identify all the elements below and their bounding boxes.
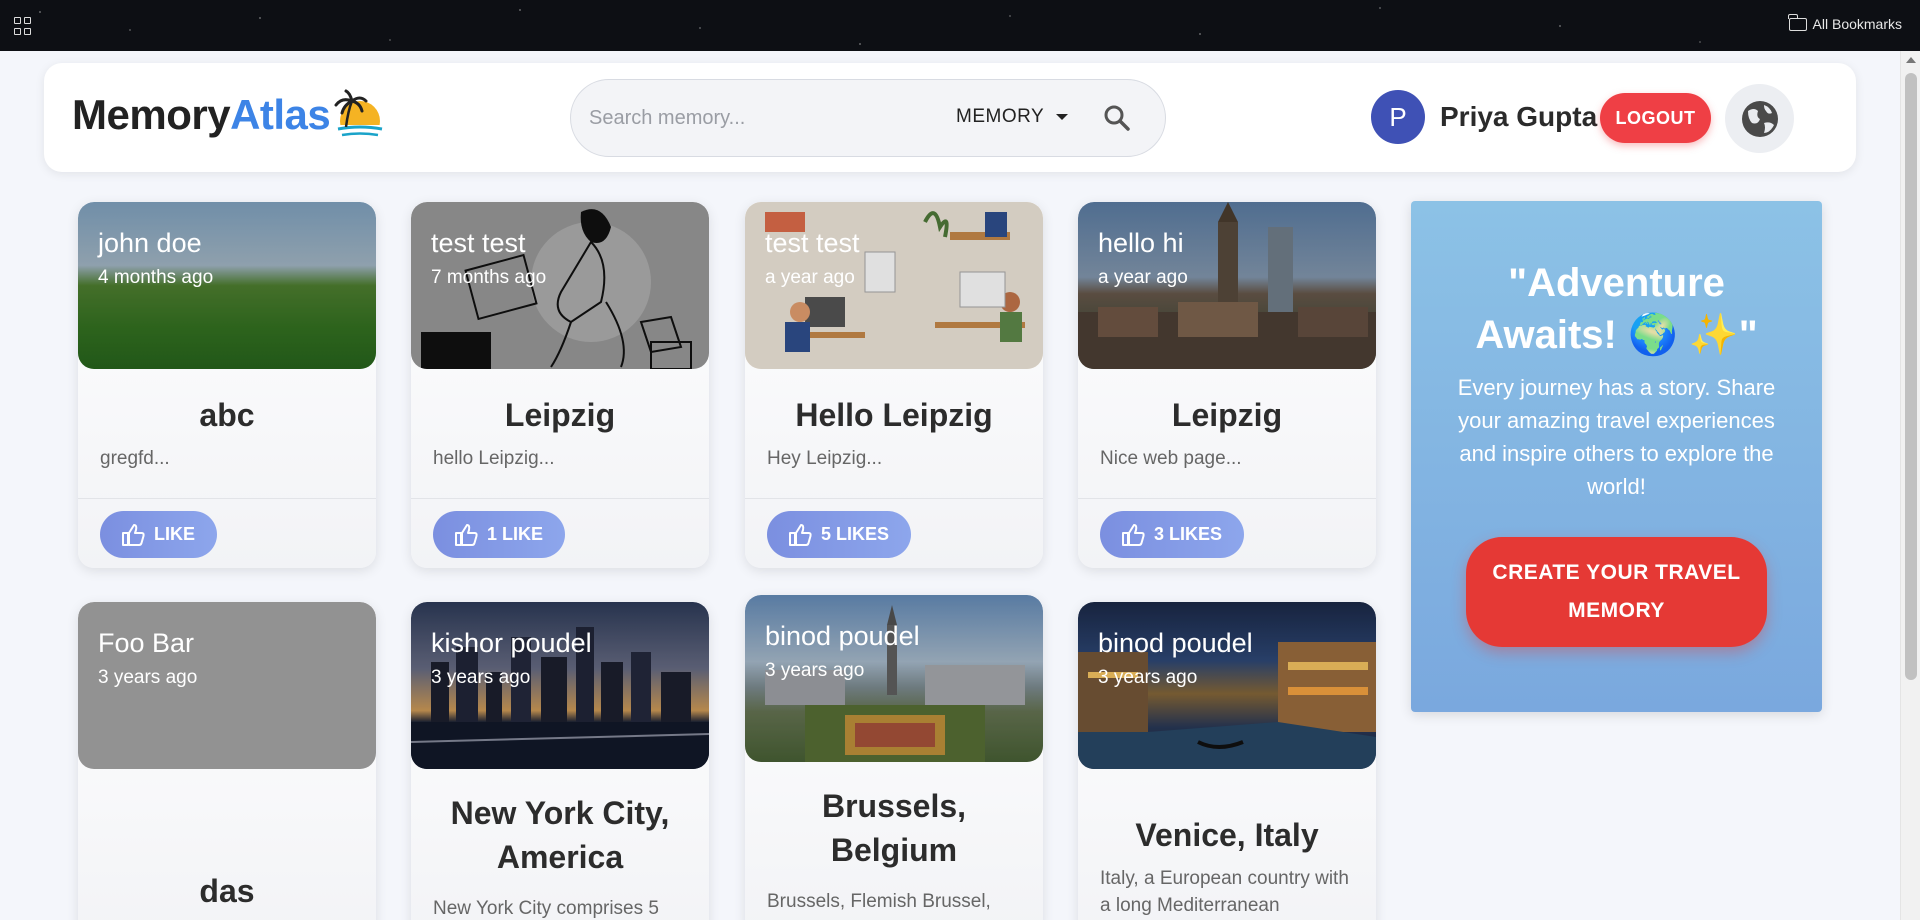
card-author: kishor poudel (431, 628, 592, 658)
thumbs-up-icon (789, 523, 812, 546)
card-author: test test (431, 228, 526, 258)
memory-card[interactable]: hello hi a year ago Leipzig Nice web pag… (1078, 202, 1376, 568)
memory-card[interactable]: Foo Bar 3 years ago das (78, 602, 376, 920)
like-button[interactable]: LIKE (100, 511, 218, 558)
like-button[interactable]: 1 LIKE (433, 511, 566, 558)
card-description: gregfd... (100, 448, 170, 469)
card-image: Foo Bar 3 years ago (78, 602, 376, 769)
thumbs-up-icon (455, 523, 478, 546)
memory-card[interactable]: test test 7 months ago Leipzig hello Lei… (411, 202, 709, 568)
card-description: Brussels, Flemish Brussel, French Bruxel… (767, 891, 1013, 920)
caret-down-icon (1056, 114, 1069, 120)
logout-button[interactable]: LOGOUT (1600, 93, 1711, 143)
card-author: binod poudel (765, 621, 920, 651)
bookmarks-bar: All Bookmarks (0, 0, 1920, 51)
card-author: hello hi (1098, 228, 1184, 258)
all-bookmarks-link[interactable]: All Bookmarks (1788, 13, 1902, 32)
card-title: Leipzig (1171, 397, 1283, 433)
card-image: hello hi a year ago (1078, 202, 1376, 369)
card-image: test test 7 months ago (411, 202, 709, 369)
card-title: Brussels, Belgium (821, 788, 967, 868)
card-time: a year ago (765, 267, 855, 288)
search-type-label: MEMORY (956, 106, 1045, 127)
like-count: 1 LIKE (487, 524, 544, 544)
card-title: das (199, 873, 255, 909)
scroll-thumb[interactable] (1905, 73, 1917, 680)
card-image: test test a year ago (745, 202, 1043, 369)
user-name: Priya Gupta (1440, 101, 1598, 132)
card-title: Hello Leipzig (795, 397, 993, 433)
card-image: binod poudel 3 years ago (745, 595, 1043, 762)
card-image: binod poudel 3 years ago (1078, 602, 1376, 769)
apps-grid-icon[interactable] (14, 17, 32, 35)
folder-icon (1788, 13, 1807, 31)
user-avatar[interactable]: P (1371, 90, 1425, 144)
logo-text-atlas: Atlas (230, 91, 331, 138)
promo-text: Every journey has a story. Share your am… (1457, 375, 1776, 499)
card-description: New York City comprises 5 (433, 898, 659, 919)
card-description: Nice web page... (1100, 448, 1242, 469)
card-divider (745, 498, 1043, 499)
card-time: a year ago (1098, 267, 1188, 288)
thumbs-up-icon (122, 523, 145, 546)
page-scrollbar[interactable] (1900, 51, 1920, 920)
memory-card[interactable]: kishor poudel 3 years ago New York City,… (411, 602, 709, 920)
card-title: abc (199, 397, 255, 433)
card-divider (411, 498, 709, 499)
search-icon[interactable] (1099, 100, 1135, 136)
memory-card[interactable]: test test a year ago Hello Leipzig Hey L… (745, 202, 1043, 568)
card-author: test test (765, 228, 860, 258)
memory-card[interactable]: binod poudel 3 years ago Brussels, Belgi… (745, 595, 1043, 920)
card-time: 3 years ago (431, 667, 531, 688)
globe-icon (1741, 100, 1778, 137)
card-image: kishor poudel 3 years ago (411, 602, 709, 769)
create-memory-button[interactable]: CREATE YOUR TRAVEL MEMORY (1466, 537, 1767, 647)
card-image: john doe 4 months ago (78, 202, 376, 369)
card-title: Leipzig (504, 397, 616, 433)
memory-card[interactable]: binod poudel 3 years ago Venice, Italy I… (1078, 602, 1376, 920)
card-title: Venice, Italy (1135, 817, 1319, 853)
logo-text-memory: Memory (72, 91, 231, 138)
card-title: New York City, America (450, 795, 670, 875)
card-divider (78, 498, 376, 499)
card-description: Italy, a European country with a long Me… (1100, 868, 1349, 916)
island-sunset-icon (334, 89, 384, 145)
memory-card[interactable]: john doe 4 months ago abc gregfd... LIKE (78, 202, 376, 568)
card-author: Foo Bar (98, 628, 195, 658)
card-description: hello Leipzig... (433, 448, 555, 469)
search-input[interactable] (589, 100, 929, 136)
thumbs-up-icon (1122, 523, 1145, 546)
card-time: 7 months ago (431, 267, 547, 288)
search-type-dropdown[interactable]: MEMORY (956, 106, 1069, 128)
scroll-up-arrow-icon[interactable] (1906, 57, 1916, 63)
promo-panel: "Adventure Awaits! 🌍 ✨" Every journey ha… (1411, 201, 1822, 712)
promo-title: "Adventure Awaits! 🌍 ✨" (1475, 261, 1758, 357)
like-button[interactable]: 5 LIKES (767, 511, 912, 558)
card-time: 3 years ago (765, 660, 865, 681)
like-count: 3 LIKES (1154, 524, 1223, 544)
search-bar: MEMORY (570, 79, 1166, 157)
like-count: 5 LIKES (821, 524, 890, 544)
card-time: 3 years ago (1098, 667, 1198, 688)
app-logo[interactable]: Memory Atlas (72, 91, 331, 139)
card-description: Hey Leipzig... (767, 448, 883, 469)
card-divider (1078, 498, 1376, 499)
like-button[interactable]: 3 LIKES (1100, 511, 1245, 558)
like-count: LIKE (154, 524, 196, 544)
card-author: binod poudel (1098, 628, 1253, 658)
all-bookmarks-label: All Bookmarks (1812, 16, 1902, 32)
card-author: john doe (98, 228, 202, 258)
card-time: 4 months ago (98, 267, 214, 288)
globe-button[interactable] (1725, 84, 1794, 153)
card-time: 3 years ago (98, 667, 198, 688)
